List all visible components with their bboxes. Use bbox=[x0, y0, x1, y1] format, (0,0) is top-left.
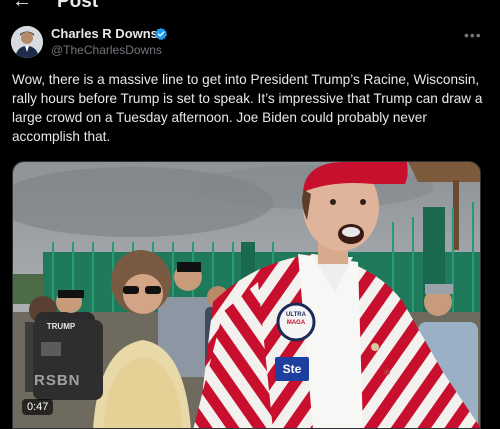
verified-badge-icon bbox=[154, 27, 168, 41]
tweet-text: Wow, there is a massive line to get into… bbox=[12, 72, 483, 144]
video-frame bbox=[13, 162, 480, 428]
author-avatar[interactable] bbox=[11, 26, 43, 58]
author-name[interactable]: Charles R Downs bbox=[51, 26, 158, 42]
maga-badge-text: MAGA bbox=[286, 320, 306, 326]
ste-badge-text: Ste bbox=[282, 362, 302, 376]
video-player[interactable]: ULTRA MAGA Ste TRUMP RSBN 0:47 bbox=[12, 161, 481, 429]
top-bar: ← Post bbox=[0, 0, 500, 14]
ultra-badge-text: ULTRA bbox=[286, 312, 306, 318]
rsbn-watermark: RSBN bbox=[34, 372, 81, 389]
video-duration: 0:47 bbox=[22, 399, 54, 415]
page-title: Post bbox=[57, 0, 99, 12]
shirt-text: TRUMP bbox=[46, 322, 76, 331]
back-arrow-icon[interactable]: ← bbox=[12, 0, 32, 11]
author-handle[interactable]: @TheCharlesDowns bbox=[51, 43, 162, 58]
more-horizontal-icon[interactable]: ••• bbox=[464, 28, 482, 42]
